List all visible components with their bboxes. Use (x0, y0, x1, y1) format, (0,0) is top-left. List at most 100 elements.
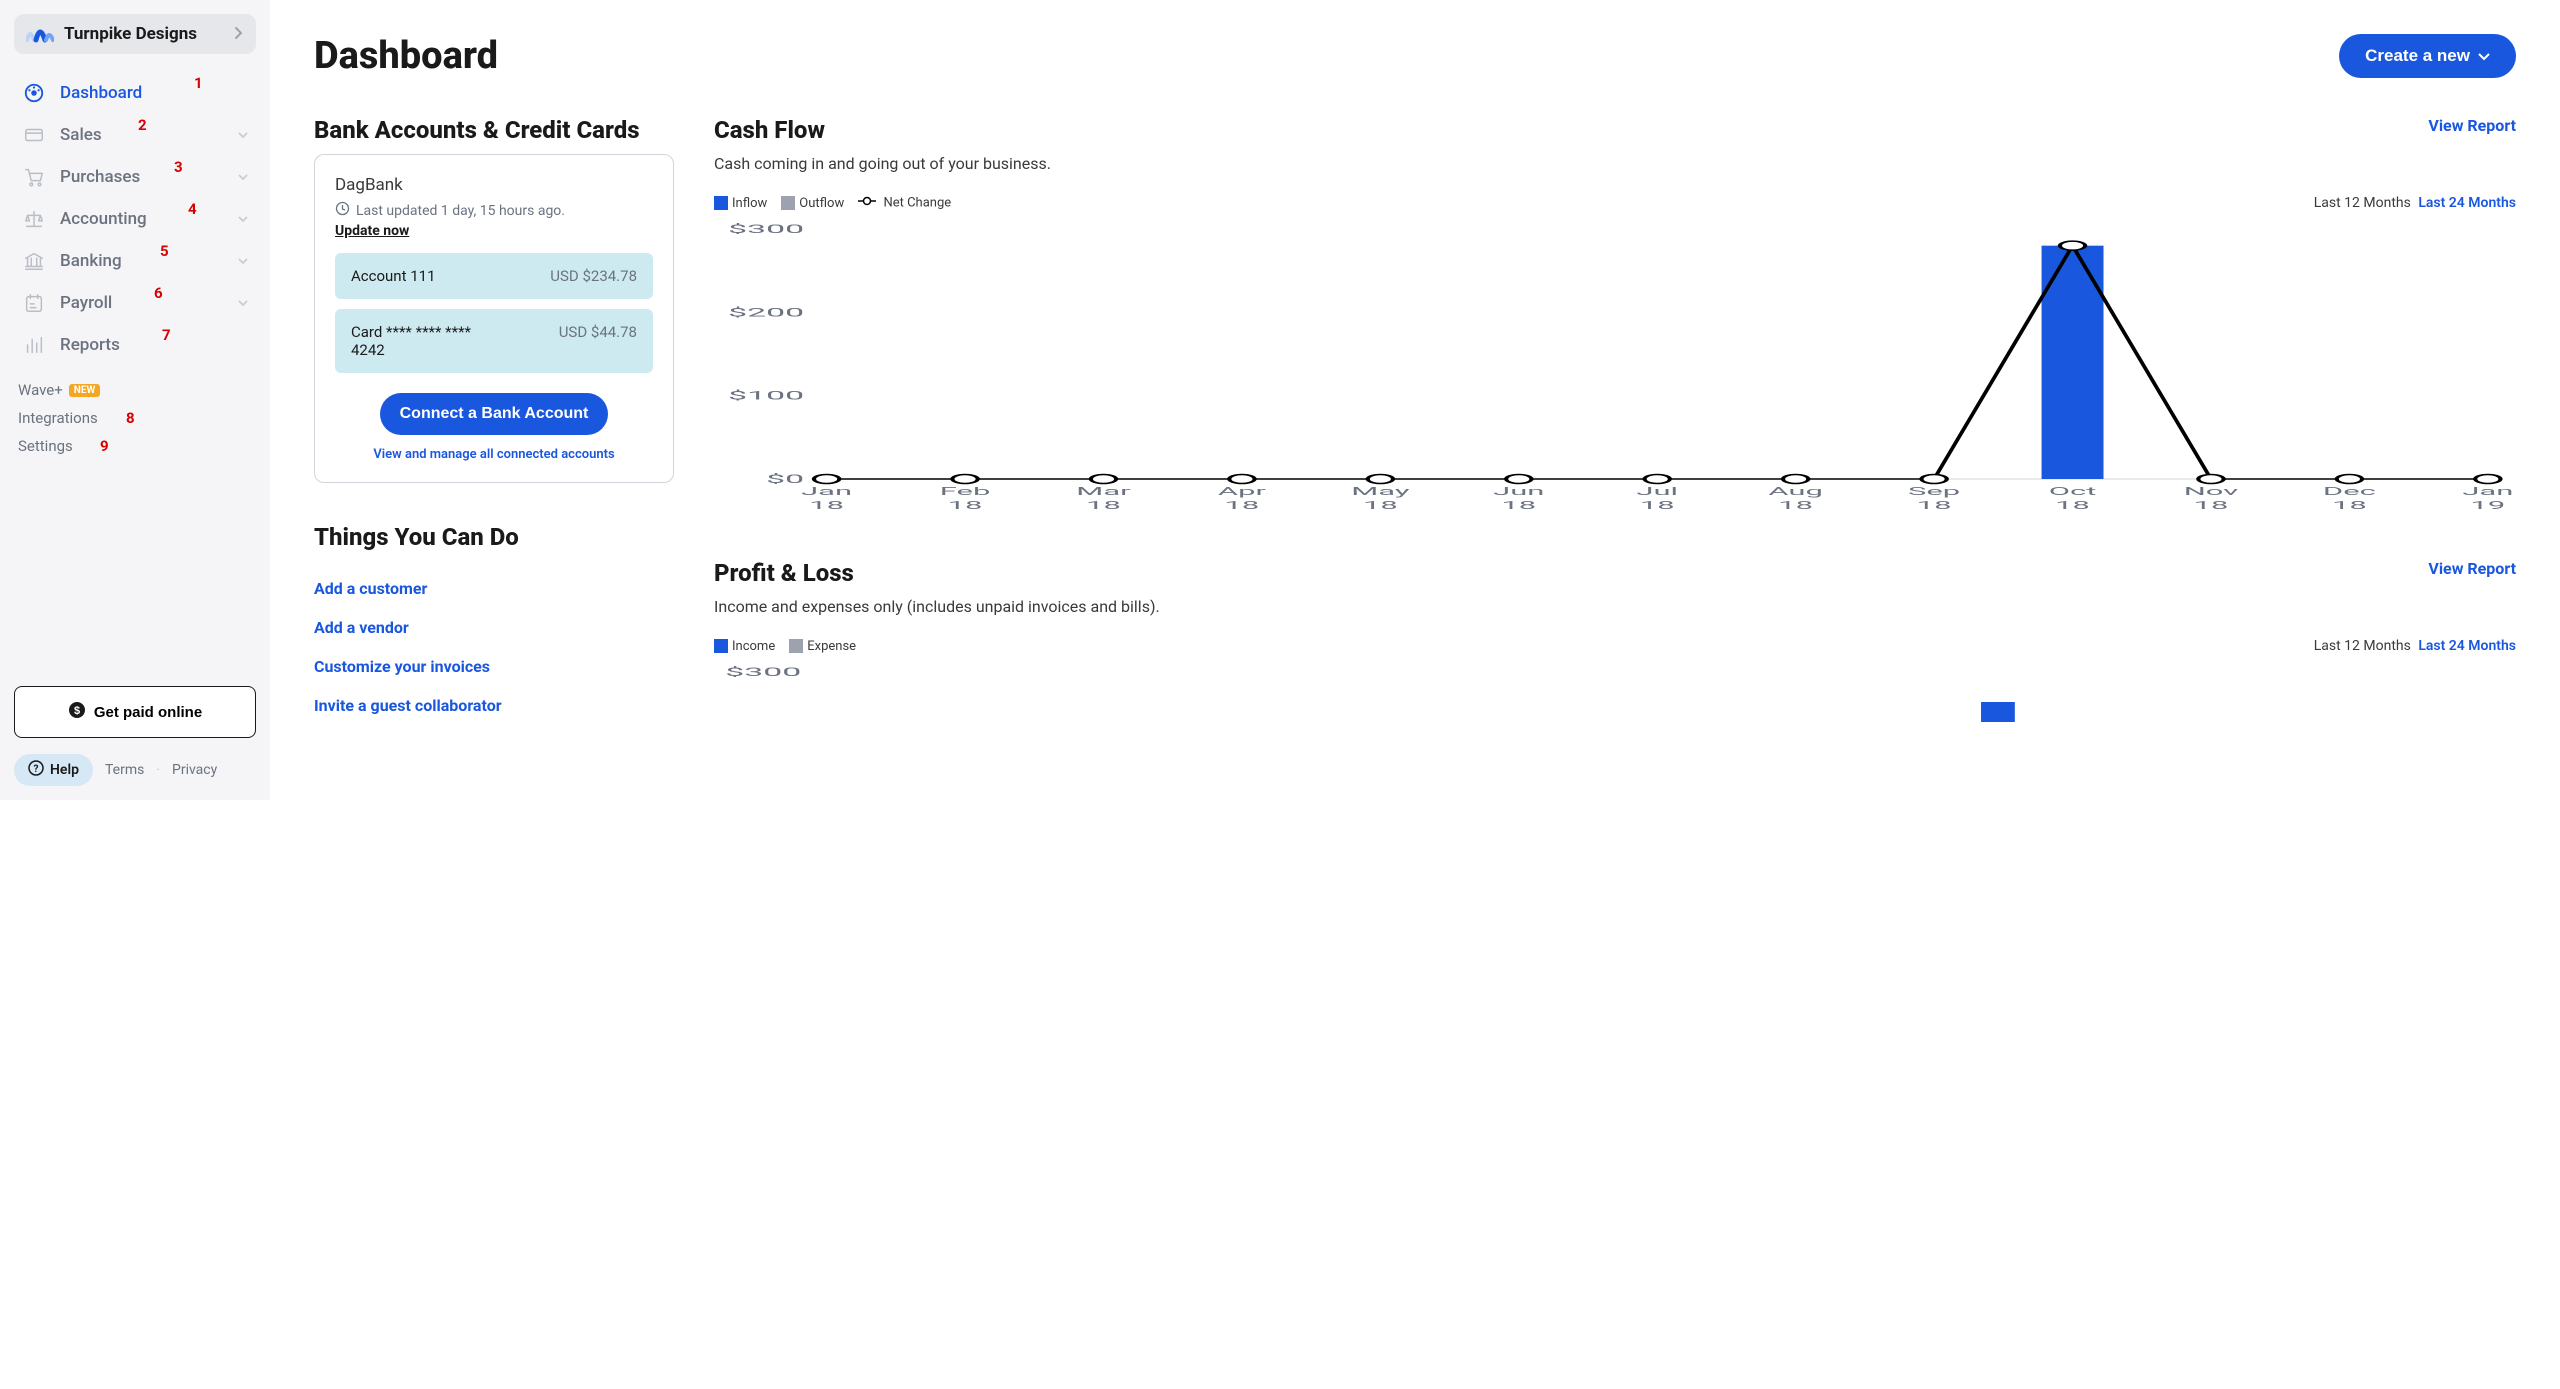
create-new-button[interactable]: Create a new (2339, 34, 2516, 78)
cashflow-chart: $0$100$200$300Jan18Feb18Mar18Apr18May18J… (714, 219, 2516, 519)
reports-icon (22, 334, 46, 356)
account-amount: USD $44.78 (559, 323, 637, 359)
account-amount: USD $234.78 (550, 267, 637, 285)
sidebar-item-purchases[interactable]: Purchases3 (14, 156, 256, 198)
company-selector[interactable]: Turnpike Designs (14, 14, 256, 54)
legend-expense: Expense (789, 639, 856, 654)
svg-text:18: 18 (948, 499, 983, 512)
svg-text:18: 18 (1640, 499, 1675, 512)
action-link[interactable]: Add a customer (314, 569, 674, 608)
svg-text:?: ? (34, 764, 39, 775)
sidebar-item-dashboard[interactable]: Dashboard1 (14, 72, 256, 114)
help-icon: ? (28, 760, 44, 780)
cashflow-last24-toggle[interactable]: Last 24 Months (2418, 195, 2516, 211)
svg-text:May: May (1351, 485, 1409, 498)
sidebar-item-payroll[interactable]: Payroll6 (14, 282, 256, 324)
nav-label: Payroll (60, 293, 224, 313)
bank-card: DagBank Last updated 1 day, 15 hours ago… (314, 154, 674, 483)
expense-swatch-icon (789, 639, 803, 653)
company-name: Turnpike Designs (64, 24, 224, 44)
clock-icon (335, 201, 350, 220)
svg-text:18: 18 (1363, 499, 1398, 512)
chevron-down-icon (238, 212, 248, 226)
help-button[interactable]: ? Help (14, 754, 93, 786)
outflow-swatch-icon (781, 196, 795, 210)
get-paid-label: Get paid online (94, 704, 202, 721)
annotation-number: 7 (162, 326, 171, 344)
svg-text:Jan: Jan (2462, 485, 2513, 498)
action-link[interactable]: Add a vendor (314, 608, 674, 647)
profitloss-view-report-link[interactable]: View Report (2428, 559, 2516, 578)
annotation-number: 3 (174, 158, 183, 176)
chevron-down-icon (238, 296, 248, 310)
svg-text:Jun: Jun (1493, 485, 1544, 498)
profitloss-last12-toggle[interactable]: Last 12 Months (2314, 638, 2411, 654)
svg-text:Jul: Jul (1636, 485, 1678, 498)
sidebar-item-settings[interactable]: Settings 9 (18, 432, 252, 460)
sidebar-item-waveplus[interactable]: Wave+ NEW (18, 376, 252, 404)
balance-icon (22, 208, 46, 230)
bank-icon (22, 250, 46, 272)
svg-text:18: 18 (1778, 499, 1813, 512)
nav-label: Banking (60, 251, 224, 271)
update-now-link[interactable]: Update now (335, 223, 409, 239)
chevron-down-icon (238, 128, 248, 142)
legend-outflow: Outflow (781, 196, 844, 211)
svg-text:18: 18 (1086, 499, 1121, 512)
annotation-number: 8 (126, 409, 135, 427)
account-label: Card **** **** **** 4242 (351, 323, 491, 359)
sidebar-item-accounting[interactable]: Accounting4 (14, 198, 256, 240)
svg-text:Dec: Dec (2323, 485, 2376, 498)
waveplus-label: Wave+ (18, 381, 63, 399)
svg-text:18: 18 (1917, 499, 1952, 512)
svg-text:$300: $300 (728, 222, 804, 236)
expense-legend-label: Expense (807, 639, 856, 654)
account-row[interactable]: Account 111 USD $234.78 (335, 253, 653, 299)
nav-label: Reports (60, 335, 248, 355)
annotation-number: 5 (160, 242, 169, 260)
netchange-marker-icon (858, 195, 876, 211)
profitloss-chart: $300 (714, 662, 2516, 722)
privacy-link[interactable]: Privacy (172, 762, 217, 778)
help-label: Help (50, 762, 79, 778)
settings-label: Settings (18, 437, 73, 455)
account-row[interactable]: Card **** **** **** 4242 USD $44.78 (335, 309, 653, 373)
cashflow-view-report-link[interactable]: View Report (2428, 116, 2516, 135)
profitloss-subtitle: Income and expenses only (includes unpai… (714, 597, 1160, 616)
sidebar-item-reports[interactable]: Reports7 (14, 324, 256, 366)
bank-section-title: Bank Accounts & Credit Cards (314, 116, 674, 144)
terms-link[interactable]: Terms (105, 762, 144, 778)
sidebar-item-sales[interactable]: Sales2 (14, 114, 256, 156)
chevron-down-icon (238, 254, 248, 268)
action-link[interactable]: Invite a guest collaborator (314, 686, 674, 725)
view-manage-accounts-link[interactable]: View and manage all connected accounts (335, 447, 653, 462)
page-title: Dashboard (314, 34, 498, 78)
cashflow-subtitle: Cash coming in and going out of your bus… (714, 154, 1051, 173)
profitloss-last24-toggle[interactable]: Last 24 Months (2418, 638, 2516, 654)
svg-text:$300: $300 (725, 665, 801, 679)
netchange-legend-label: Net Change (883, 195, 951, 210)
sidebar-item-banking[interactable]: Banking5 (14, 240, 256, 282)
svg-text:Mar: Mar (1076, 485, 1131, 498)
cashflow-title: Cash Flow (714, 116, 1051, 144)
svg-text:18: 18 (2332, 499, 2367, 512)
connect-bank-button[interactable]: Connect a Bank Account (380, 393, 609, 435)
bank-name: DagBank (335, 175, 653, 195)
action-link[interactable]: Customize your invoices (314, 647, 674, 686)
legend-income: Income (714, 639, 775, 654)
new-badge: NEW (69, 384, 100, 397)
get-paid-online-button[interactable]: $ Get paid online (14, 686, 256, 738)
cashflow-last12-toggle[interactable]: Last 12 Months (2314, 195, 2411, 211)
card-icon (22, 124, 46, 146)
svg-text:$200: $200 (728, 305, 804, 319)
svg-text:18: 18 (1501, 499, 1536, 512)
cart-icon (22, 166, 46, 188)
chevron-down-icon (238, 170, 248, 184)
annotation-number: 2 (138, 116, 147, 134)
annotation-number: 1 (194, 74, 203, 92)
account-label: Account 111 (351, 267, 436, 285)
nav-label: Purchases (60, 167, 224, 187)
sidebar-item-integrations[interactable]: Integrations 8 (18, 404, 252, 432)
payroll-icon (22, 292, 46, 314)
last-updated-text: Last updated 1 day, 15 hours ago. (356, 203, 565, 219)
